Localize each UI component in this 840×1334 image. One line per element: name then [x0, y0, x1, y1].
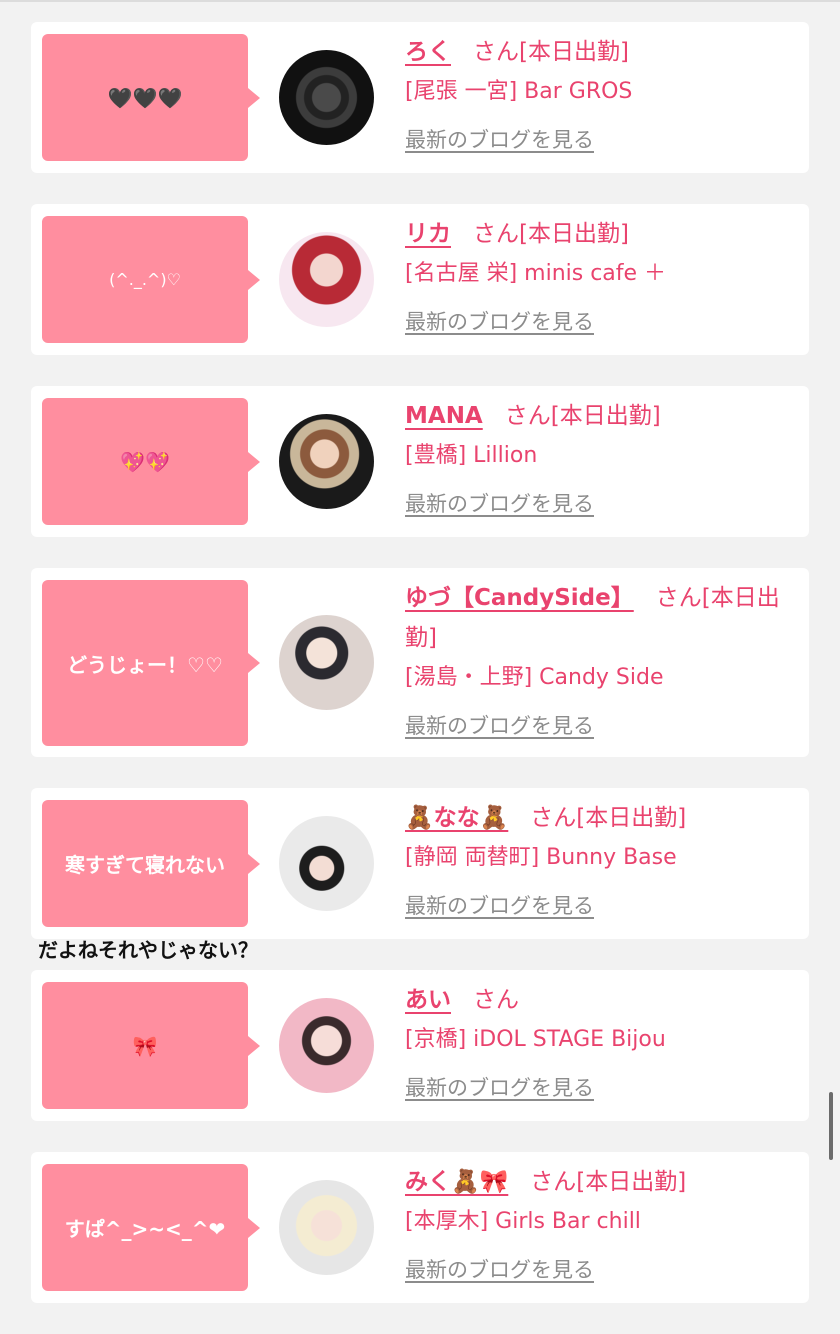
cast-info: リカ さん[本日出勤] [名古屋 栄] minis cafe ＋ 最新のブログを見…	[405, 214, 789, 342]
comment-bubble: 💖💖	[42, 398, 260, 525]
shop-text: [静岡 両替町] Bunny Base	[405, 845, 677, 870]
cast-info: あい さん [京橋] iDOL STAGE Bijou 最新のブログを見る	[405, 980, 789, 1108]
status-text: さん[本日出勤]	[530, 1169, 687, 1195]
cast-card: すぱ^_>~<_^❤ みく🧸🎀 さん[本日出勤] [本厚木] Girls Bar …	[31, 1152, 809, 1303]
cast-name-link[interactable]: あい	[405, 987, 451, 1013]
cast-name-link[interactable]: リカ	[405, 221, 451, 247]
blog-link[interactable]: 最新のブログを見る	[405, 484, 594, 524]
blog-link[interactable]: 最新のブログを見る	[405, 1250, 594, 1290]
blog-link[interactable]: 最新のブログを見る	[405, 706, 594, 746]
status-text: さん[本日出勤]	[473, 39, 629, 65]
shop-text: [湯島・上野] Candy Side	[405, 665, 664, 690]
blog-link[interactable]: 最新のブログを見る	[405, 886, 594, 926]
scrollbar-thumb[interactable]	[829, 1092, 833, 1160]
cast-list: 🖤🖤🖤 ろく さん[本日出勤] [尾張 一宮] Bar GROS 最新のブログを見…	[31, 22, 809, 1334]
cast-name-link[interactable]: MANA	[405, 403, 483, 429]
avatar[interactable]	[279, 414, 374, 509]
cast-info: ろく さん[本日出勤] [尾張 一宮] Bar GROS 最新のブログを見る	[405, 32, 789, 160]
comment-bubble: 🎀	[42, 982, 260, 1109]
avatar[interactable]	[279, 232, 374, 327]
top-divider	[0, 0, 840, 2]
avatar[interactable]	[279, 998, 374, 1093]
overlay-caption: だよねそれやじゃない？	[38, 938, 258, 962]
comment-bubble: (^._.^)♡	[42, 216, 260, 343]
status-text: さん[本日出勤]	[473, 221, 629, 247]
shop-text: [尾張 一宮] Bar GROS	[405, 79, 633, 104]
comment-bubble: すぱ^_>~<_^❤	[42, 1164, 260, 1291]
cast-card: (^._.^)♡ リカ さん[本日出勤] [名古屋 栄] minis cafe ＋…	[31, 204, 809, 355]
shop-text: [名古屋 栄] minis cafe ＋	[405, 261, 667, 286]
cast-card: 寒すぎて寝れない 🧸なな🧸 さん[本日出勤] [静岡 両替町] Bunny Bas…	[31, 788, 809, 939]
comment-bubble: 🖤🖤🖤	[42, 34, 260, 161]
cast-card: 💖💖 MANA さん[本日出勤] [豊橋] Lillion 最新のブログを見る	[31, 386, 809, 537]
cast-card: 🎀 あい さん [京橋] iDOL STAGE Bijou 最新のブログを見る	[31, 970, 809, 1121]
shop-text: [京橋] iDOL STAGE Bijou	[405, 1027, 666, 1052]
cast-info: みく🧸🎀 さん[本日出勤] [本厚木] Girls Bar chill 最新のブロ…	[405, 1162, 789, 1290]
blog-link[interactable]: 最新のブログを見る	[405, 1068, 594, 1108]
status-text: さん	[473, 987, 519, 1013]
cast-name-link[interactable]: みく🧸🎀	[405, 1169, 508, 1195]
cast-card: どうじょー！♡♡ ゆづ【CandySide】 さん[本日出勤] [湯島・上野] C…	[31, 568, 809, 757]
status-text: さん[本日出勤]	[504, 403, 661, 429]
avatar[interactable]	[279, 50, 374, 145]
blog-link[interactable]: 最新のブログを見る	[405, 120, 594, 160]
cast-name-link[interactable]: 🧸なな🧸	[405, 805, 508, 831]
comment-bubble: 寒すぎて寝れない	[42, 800, 260, 927]
avatar[interactable]	[279, 816, 374, 911]
cast-info: ゆづ【CandySide】 さん[本日出勤] [湯島・上野] Candy Side…	[405, 578, 789, 746]
cast-name-link[interactable]: ろく	[405, 39, 451, 65]
status-text: さん[本日出勤]	[530, 805, 687, 831]
cast-info: MANA さん[本日出勤] [豊橋] Lillion 最新のブログを見る	[405, 396, 789, 524]
blog-link[interactable]: 最新のブログを見る	[405, 302, 594, 342]
avatar[interactable]	[279, 1180, 374, 1275]
shop-text: [本厚木] Girls Bar chill	[405, 1209, 641, 1234]
cast-card: 🖤🖤🖤 ろく さん[本日出勤] [尾張 一宮] Bar GROS 最新のブログを見…	[31, 22, 809, 173]
comment-bubble: どうじょー！♡♡	[42, 580, 260, 746]
shop-text: [豊橋] Lillion	[405, 443, 538, 468]
cast-info: 🧸なな🧸 さん[本日出勤] [静岡 両替町] Bunny Base 最新のブログを…	[405, 798, 789, 926]
cast-name-link[interactable]: ゆづ【CandySide】	[405, 585, 634, 611]
avatar[interactable]	[279, 615, 374, 710]
